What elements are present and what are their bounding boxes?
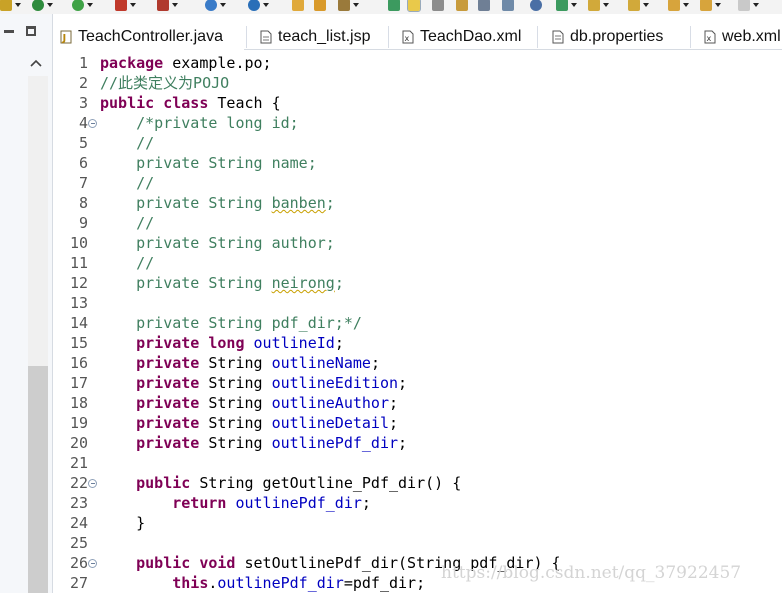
- code-line: 10 private String author;: [69, 234, 335, 252]
- svg-text:x: x: [405, 34, 410, 43]
- tab-label: db.properties: [570, 28, 664, 45]
- code-line: 21: [69, 454, 88, 472]
- tab-teach-list[interactable]: teach_list.jsp: [260, 24, 371, 50]
- toolbar: [0, 0, 782, 14]
- search-icon[interactable]: [338, 0, 359, 13]
- svg-text:J: J: [62, 33, 67, 44]
- tab-label: TeachController.java: [78, 28, 223, 45]
- code-line: 3 public class Teach {: [78, 94, 281, 112]
- run-external-icon[interactable]: [72, 0, 93, 13]
- code-line: 19 private String outlineDetail;: [69, 414, 399, 432]
- code-line: 25: [69, 534, 88, 552]
- maximize-icon[interactable]: [26, 26, 36, 36]
- scroll-up-icon[interactable]: [28, 56, 44, 70]
- prev-annotation-icon[interactable]: [628, 0, 649, 13]
- code-line: 12 private String neirong;: [69, 274, 344, 292]
- tab-label: web.xml: [722, 28, 781, 45]
- code-line: 18 private String outlineAuthor;: [69, 394, 399, 412]
- mark-occurrences-icon[interactable]: [407, 0, 421, 13]
- left-panel: [0, 14, 53, 593]
- history-forward-icon[interactable]: [700, 0, 721, 13]
- new-server-icon[interactable]: [157, 0, 178, 13]
- code-line: 17 private String outlineEdition;: [69, 374, 408, 392]
- code-line: 2//此类定义为POJO: [78, 74, 230, 92]
- code-line: 4 /*private long id;: [78, 114, 299, 132]
- code-line: 22 public String getOutline_Pdf_dir() {: [69, 474, 462, 492]
- task-icon[interactable]: [456, 0, 468, 13]
- fold-toggle-icon[interactable]: [88, 559, 97, 568]
- code-line: 8 private String banben;: [78, 194, 335, 212]
- xml-file-icon: x: [704, 30, 716, 44]
- scrollbar-thumb[interactable]: [28, 366, 48, 593]
- list-icon[interactable]: [478, 0, 490, 13]
- code-line: 1 package example.po;: [78, 54, 272, 72]
- tab-teachdao[interactable]: x TeachDao.xml: [402, 24, 521, 50]
- code-line: 6 private String name;: [78, 154, 317, 172]
- code-editor[interactable]: 1 package example.po; 2//此类定义为POJO 3 publi…: [54, 50, 782, 593]
- code-line: 13: [69, 294, 88, 312]
- tab-label: TeachDao.xml: [420, 28, 522, 45]
- history-back-icon[interactable]: [668, 0, 689, 13]
- fold-toggle-icon[interactable]: [88, 119, 97, 128]
- next-annotation-icon[interactable]: [588, 0, 609, 13]
- code-line: 23 return outlinePdf_dir;: [69, 494, 371, 512]
- share-icon[interactable]: [556, 0, 577, 13]
- terminal-icon[interactable]: [530, 0, 542, 13]
- bookmark-icon[interactable]: [502, 0, 514, 13]
- code-line: 5 //: [78, 134, 155, 152]
- watermark: https://blog.csdn.net/qq_37922457: [441, 563, 742, 583]
- minimize-icon[interactable]: [4, 30, 14, 33]
- toggle-icon[interactable]: [432, 0, 444, 13]
- fold-toggle-icon[interactable]: [88, 479, 97, 488]
- jsp-file-icon: [260, 30, 272, 44]
- tab-label: teach_list.jsp: [278, 28, 371, 45]
- open-folder-icon[interactable]: [292, 0, 304, 13]
- editor-tabbar: J TeachController.java teach_list.jsp x …: [54, 14, 782, 50]
- run-icon[interactable]: [32, 0, 53, 13]
- code-line: 20 private String outlinePdf_dir;: [69, 434, 408, 452]
- code-line: 24 }: [69, 514, 146, 532]
- svg-text:x: x: [707, 34, 712, 43]
- code-line: 9 //: [78, 214, 155, 232]
- globe-icon[interactable]: [248, 0, 269, 13]
- code-line: 11 //: [69, 254, 155, 272]
- stop-icon[interactable]: [115, 0, 136, 13]
- properties-file-icon: [552, 30, 564, 44]
- open-type-icon[interactable]: [314, 0, 326, 13]
- web-browser-icon[interactable]: [205, 0, 226, 13]
- annotation-icon[interactable]: [388, 0, 400, 13]
- xml-file-icon: x: [402, 30, 414, 44]
- forward-arrow-icon[interactable]: [738, 0, 759, 13]
- tab-db-properties[interactable]: db.properties: [552, 24, 663, 50]
- tab-web-xml[interactable]: x web.xml: [704, 24, 781, 50]
- code-line: 7 //: [78, 174, 155, 192]
- code-line: 15 private long outlineId;: [69, 334, 344, 352]
- code-line: 14 private String pdf_dir;*/: [69, 314, 362, 332]
- java-file-icon: J: [60, 30, 72, 44]
- debug-icon[interactable]: [0, 0, 21, 13]
- code-line: 16 private String outlineName;: [69, 354, 380, 372]
